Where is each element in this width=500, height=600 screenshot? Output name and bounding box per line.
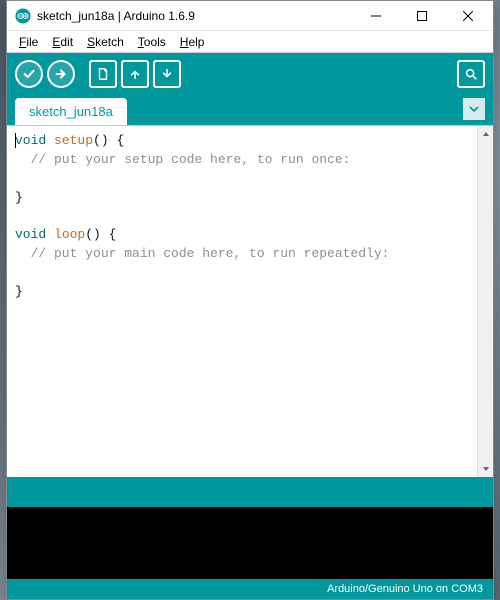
- output-console[interactable]: [7, 507, 493, 579]
- menu-sketch[interactable]: Sketch: [81, 33, 130, 51]
- tabstrip: sketch_jun18a: [7, 95, 493, 125]
- titlebar: sketch_jun18a | Arduino 1.6.9: [7, 1, 493, 31]
- status-strip: [7, 477, 493, 507]
- footer: Arduino/Genuino Uno on COM3: [7, 579, 493, 599]
- open-sketch-button[interactable]: [121, 60, 149, 88]
- tab-sketch[interactable]: sketch_jun18a: [15, 98, 127, 125]
- menubar: File Edit Sketch Tools Help: [7, 31, 493, 53]
- window-title: sketch_jun18a | Arduino 1.6.9: [37, 9, 353, 23]
- tab-dropdown-button[interactable]: [463, 98, 485, 120]
- scroll-down-icon[interactable]: [478, 461, 493, 477]
- app-window: sketch_jun18a | Arduino 1.6.9 File Edit …: [6, 0, 494, 600]
- board-port-label: Arduino/Genuino Uno on COM3: [327, 583, 483, 595]
- menu-file[interactable]: File: [13, 33, 44, 51]
- menu-edit[interactable]: Edit: [46, 33, 79, 51]
- close-button[interactable]: [445, 1, 491, 31]
- serial-monitor-button[interactable]: [457, 60, 485, 88]
- toolbar: [7, 53, 493, 95]
- arduino-logo-icon: [15, 8, 31, 24]
- scroll-up-icon[interactable]: [478, 126, 493, 142]
- save-sketch-button[interactable]: [153, 60, 181, 88]
- minimize-button[interactable]: [353, 1, 399, 31]
- menu-tools[interactable]: Tools: [132, 33, 172, 51]
- verify-button[interactable]: [15, 60, 43, 88]
- vertical-scrollbar[interactable]: [477, 126, 493, 477]
- new-sketch-button[interactable]: [89, 60, 117, 88]
- upload-button[interactable]: [47, 60, 75, 88]
- maximize-button[interactable]: [399, 1, 445, 31]
- code-area[interactable]: void setup() { // put your setup code he…: [7, 126, 477, 477]
- menu-help[interactable]: Help: [174, 33, 211, 51]
- code-editor[interactable]: void setup() { // put your setup code he…: [7, 125, 493, 477]
